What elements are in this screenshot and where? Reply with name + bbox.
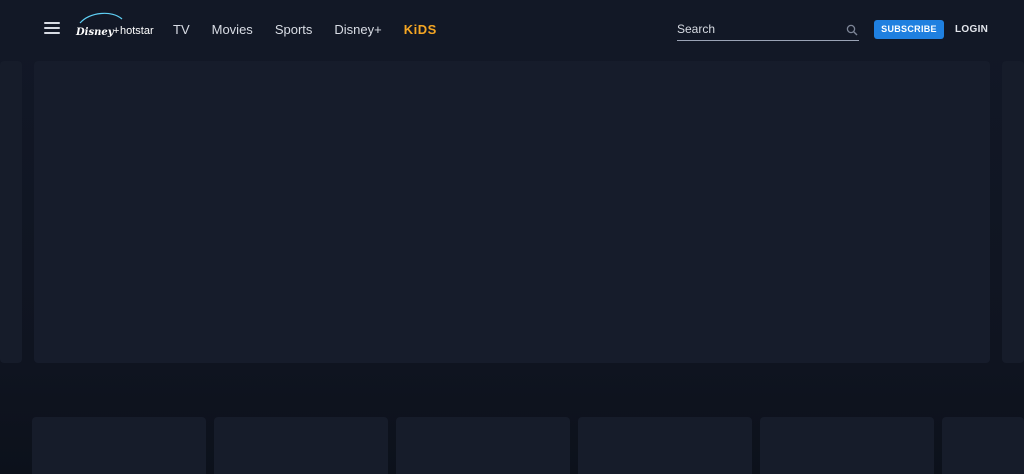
tray-card[interactable] xyxy=(32,417,206,474)
tray-card[interactable] xyxy=(214,417,388,474)
hero-card-previous[interactable] xyxy=(0,61,22,363)
tray-card[interactable] xyxy=(942,417,1024,474)
disney-hotstar-logo-mark: Disney + hotstar xyxy=(75,12,154,38)
nav-disney-plus[interactable]: Disney+ xyxy=(334,21,381,39)
tray-card[interactable] xyxy=(396,417,570,474)
top-header: Disney + hotstar TV Movies Sports Disney… xyxy=(0,0,1024,60)
search-bar xyxy=(677,20,859,41)
main-nav: TV Movies Sports Disney+ KiDS xyxy=(173,21,437,39)
svg-text:Disney: Disney xyxy=(75,27,115,38)
hero-card-main[interactable] xyxy=(34,61,990,363)
svg-text:hotstar: hotstar xyxy=(120,25,154,37)
tray-card[interactable] xyxy=(760,417,934,474)
search-input[interactable] xyxy=(677,20,837,38)
nav-movies[interactable]: Movies xyxy=(212,21,253,39)
nav-kids[interactable]: KiDS xyxy=(404,21,437,39)
page: Disney + hotstar TV Movies Sports Disney… xyxy=(0,0,1024,474)
hamburger-menu-icon[interactable] xyxy=(44,22,60,36)
tray-card[interactable] xyxy=(578,417,752,474)
disney-hotstar-logo[interactable]: Disney + hotstar xyxy=(74,10,164,42)
nav-tv[interactable]: TV xyxy=(173,21,190,39)
search-icon[interactable] xyxy=(846,24,858,36)
subscribe-button[interactable]: SUBSCRIBE xyxy=(874,20,944,39)
login-button[interactable]: LOGIN xyxy=(955,24,988,35)
nav-sports[interactable]: Sports xyxy=(275,21,313,39)
hero-card-next[interactable] xyxy=(1002,61,1024,363)
svg-text:+: + xyxy=(113,25,119,37)
